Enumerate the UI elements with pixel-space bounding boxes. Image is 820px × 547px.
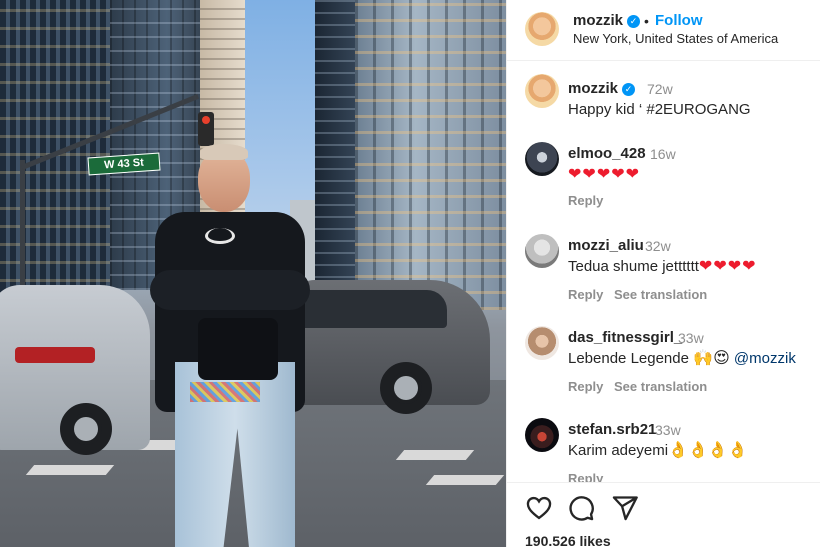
comment-username[interactable]: elmoo_428 bbox=[568, 145, 646, 162]
comment-timestamp[interactable]: 72w bbox=[647, 81, 673, 97]
comment-avatar[interactable] bbox=[525, 418, 559, 452]
comment-username[interactable]: das_fitnessgirl_ bbox=[568, 329, 682, 346]
comment-username[interactable]: mozzi_aliu bbox=[568, 237, 644, 254]
see-translation-button[interactable]: See translation bbox=[614, 379, 707, 394]
caption-text: Happy kid ‘ #2EUROGANG bbox=[568, 101, 751, 118]
heart-emoji: ❤ bbox=[742, 258, 756, 275]
post-side-panel: mozzik ✓ • Follow New York, United States… bbox=[506, 0, 820, 547]
comment-timestamp[interactable]: 33w bbox=[678, 330, 704, 346]
heart-emoji: ❤ bbox=[568, 166, 582, 183]
comment-timestamp[interactable]: 16w bbox=[650, 146, 676, 162]
comment-username-row[interactable]: mozzik ✓ bbox=[568, 80, 636, 97]
heart-emoji: ❤ bbox=[713, 258, 727, 275]
comment-avatar[interactable] bbox=[525, 326, 559, 360]
reply-button[interactable]: Reply bbox=[568, 471, 603, 482]
see-translation-button[interactable]: See translation bbox=[614, 287, 707, 302]
separator-dot: • bbox=[644, 13, 649, 29]
comment-text-body: Karim adeyemi bbox=[568, 442, 669, 459]
comment-avatar[interactable] bbox=[525, 142, 559, 176]
comment-emojis: 🙌😍 bbox=[693, 350, 730, 367]
heart-emoji: ❤ bbox=[596, 166, 611, 183]
author-username[interactable]: mozzik bbox=[573, 12, 623, 29]
comment-username[interactable]: stefan.srb21 bbox=[568, 421, 656, 438]
heart-emoji: ❤ bbox=[698, 258, 713, 275]
silver-car bbox=[0, 285, 150, 455]
verified-badge-icon: ✓ bbox=[627, 14, 641, 28]
mention-link[interactable]: @mozzik bbox=[734, 350, 796, 367]
post-location[interactable]: New York, United States of America bbox=[573, 31, 778, 46]
comment-avatar[interactable] bbox=[525, 74, 559, 108]
comments-list[interactable]: mozzik ✓ 72w Happy kid ‘ #2EUROGANG elmoo… bbox=[507, 62, 820, 482]
reply-button[interactable]: Reply bbox=[568, 287, 603, 302]
comment-text: Tedua shume jetttttt❤❤❤❤ bbox=[568, 256, 757, 276]
reply-button[interactable]: Reply bbox=[568, 193, 603, 208]
heart-emoji: ❤ bbox=[625, 166, 640, 183]
comment-timestamp[interactable]: 32w bbox=[645, 238, 671, 254]
traffic-pole bbox=[20, 160, 25, 290]
comment-text-body: Lebende Legende bbox=[568, 350, 689, 367]
comment-text-body: Tedua shume jetttttt bbox=[568, 258, 699, 275]
comment-bubble-icon[interactable] bbox=[567, 494, 595, 522]
heart-emoji: ❤ bbox=[582, 166, 596, 183]
heart-emoji: ❤ bbox=[611, 166, 625, 183]
verified-badge-icon: ✓ bbox=[622, 82, 636, 96]
paper-plane-icon[interactable] bbox=[611, 494, 639, 522]
person bbox=[150, 140, 325, 547]
post-header: mozzik ✓ • Follow New York, United States… bbox=[507, 0, 820, 61]
comment-text: ❤❤❤❤❤ bbox=[568, 164, 640, 184]
heart-emoji: ❤ bbox=[727, 258, 742, 275]
comment-text: Karim adeyemi👌👌👌👌 bbox=[568, 440, 748, 460]
follow-button[interactable]: Follow bbox=[655, 12, 703, 29]
heart-outline-icon[interactable] bbox=[525, 494, 553, 522]
reply-button[interactable]: Reply bbox=[568, 379, 603, 394]
post-photo[interactable]: W 43 St bbox=[0, 0, 506, 547]
comment-timestamp[interactable]: 33w bbox=[655, 422, 681, 438]
likes-count[interactable]: 190.526 likes bbox=[525, 533, 611, 547]
building bbox=[355, 0, 506, 310]
author-avatar[interactable] bbox=[525, 12, 559, 46]
comment-avatar[interactable] bbox=[525, 234, 559, 268]
author-username-row[interactable]: mozzik ✓ bbox=[573, 12, 641, 29]
comment-text: Lebende Legende 🙌😍 @mozzik bbox=[568, 348, 796, 368]
comment-emojis: 👌👌👌👌 bbox=[668, 442, 748, 459]
comment-username[interactable]: mozzik bbox=[568, 80, 618, 97]
